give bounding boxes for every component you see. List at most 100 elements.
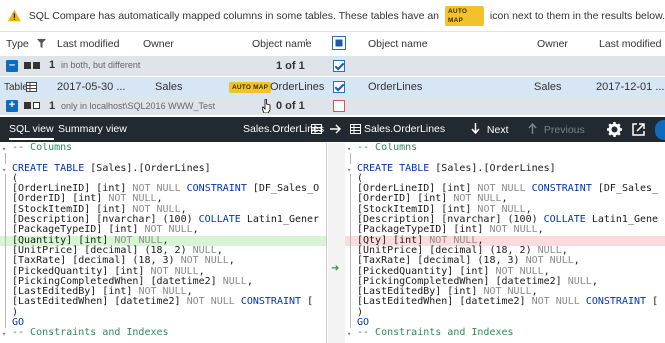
code-line: CREATE TABLE [Sales].[OrderLines] ▾ — [347, 162, 556, 174]
fold-icon[interactable]: ▾ — [347, 329, 351, 339]
collapse-button[interactable]: – — [6, 60, 18, 72]
previous-button[interactable]: Previous — [528, 122, 585, 136]
code-line: -- Constraints and Indexes ▾ — [347, 327, 514, 339]
next-label: Next — [486, 124, 509, 136]
fold-guide — [350, 204, 351, 216]
fold-guide — [350, 318, 351, 329]
automap-badge: AUTO MAP — [229, 82, 272, 93]
arrow-up-icon — [528, 122, 537, 134]
fold-guide — [350, 245, 351, 257]
column-select-icon[interactable] — [332, 36, 346, 50]
row-type: Table — [4, 82, 28, 93]
gear-icon[interactable] — [607, 122, 622, 137]
row-checkbox[interactable] — [333, 81, 345, 93]
fold-guide — [5, 287, 6, 298]
external-link-icon[interactable] — [632, 123, 645, 136]
funnel-icon[interactable] — [37, 39, 46, 48]
column-header-object-name[interactable]: Object name — [252, 38, 312, 50]
tab-summary-view[interactable]: Summary view — [58, 123, 127, 135]
fold-guide — [350, 297, 351, 308]
column-header-object-name-right[interactable]: Object name — [368, 38, 428, 50]
right-object-name: Sales.OrderLines — [364, 123, 446, 135]
fold-guide — [5, 245, 6, 257]
arrow-right-icon — [330, 124, 342, 134]
table-icon — [26, 82, 37, 92]
object-type-icon — [24, 62, 31, 69]
fold-guide — [5, 318, 6, 329]
row-last-modified-right: 2017-12-01 ... — [596, 81, 665, 93]
fold-guide — [350, 215, 351, 226]
group-label: only in localhost\SQL2016 WWW_Test — [61, 101, 216, 111]
fold-guide — [5, 307, 6, 319]
fold-guide — [350, 287, 351, 298]
code-line: -- Columns ▾ — [347, 143, 418, 153]
group-row-only-in-source[interactable]: + 1 only in localhost\SQL2016 WWW_Test 0… — [0, 97, 665, 115]
diff-arrow-icon: ➜ — [331, 263, 340, 274]
fold-guide — [350, 235, 351, 246]
select-all-toggle[interactable] — [332, 36, 346, 53]
next-button[interactable]: Next — [471, 123, 509, 136]
row-owner: Sales — [155, 81, 183, 93]
source-sql-pane[interactable]: -- Columns ▾ CREATE TABLE [Sales].[OrderLi… — [0, 143, 327, 343]
group-label: in both, but different — [61, 60, 141, 70]
fold-guide — [350, 276, 351, 288]
group-ratio: 0 of 1 — [276, 100, 305, 112]
group-checkbox[interactable] — [333, 100, 345, 112]
column-header-owner-right[interactable]: Owner — [537, 38, 568, 50]
row-object-name: OrderLines — [270, 81, 325, 93]
results-grid-header: Type Last modified Owner Object name ↑ O… — [0, 33, 665, 55]
notification-text-end: icon next to them in the results below. — [489, 9, 665, 22]
object-type-icon — [33, 62, 40, 69]
code-line: -- Constraints and Indexes ▾ — [2, 327, 169, 339]
fold-guide — [350, 173, 351, 185]
automap-notification: SQL Compare has automatically mapped col… — [0, 0, 665, 32]
fold-guide — [5, 184, 6, 195]
column-header-type[interactable]: Type — [6, 38, 29, 50]
group-checkbox[interactable] — [333, 60, 345, 72]
table-icon — [311, 124, 322, 134]
table-icon — [350, 124, 361, 134]
code-line: [LastEditedWhen] [datetime2] NOT NULL CO… — [0, 297, 326, 308]
group-count: 1 — [49, 100, 56, 112]
fold-guide — [5, 173, 6, 185]
fold-guide — [5, 215, 6, 226]
fold-guide — [5, 194, 6, 205]
fold-guide — [350, 307, 351, 319]
automap-badge: AUTO MAP — [445, 5, 484, 26]
code-line: [LastEditedWhen] [datetime2] NOT NULL CO… — [345, 297, 665, 308]
tab-sql-view[interactable]: SQL view — [9, 123, 54, 140]
fold-guide — [350, 153, 351, 164]
arrow-down-icon — [471, 123, 480, 135]
fold-guide — [350, 194, 351, 205]
fold-guide — [5, 153, 6, 164]
code-line: -- Columns ▾ — [2, 143, 73, 153]
row-owner-right: Sales — [534, 81, 562, 93]
panel-toggle[interactable] — [655, 120, 665, 140]
object-type-icon — [33, 102, 40, 109]
group-count: 1 — [49, 59, 56, 71]
row-object-name-right: OrderLines — [368, 81, 423, 93]
fold-guide — [5, 276, 6, 288]
previous-label: Previous — [543, 124, 585, 136]
group-ratio: 1 of 1 — [276, 60, 305, 72]
column-header-last-modified-right[interactable]: Last modified — [599, 38, 661, 50]
fold-guide — [5, 204, 6, 216]
sql-view-toolbar: SQL view Summary view Sales.OrderLines S… — [0, 117, 665, 142]
table-row[interactable]: Table 2017-05-30 ... Sales AUTO MAP Orde… — [0, 77, 665, 97]
fold-icon[interactable]: ▾ — [2, 329, 6, 339]
column-header-last-modified[interactable]: Last modified — [57, 38, 119, 50]
fold-guide — [5, 256, 6, 267]
target-sql-pane[interactable]: -- Columns ▾ CREATE TABLE [Sales].[OrderLi… — [345, 143, 665, 343]
sort-arrow-icon[interactable]: ↑ — [304, 36, 309, 46]
object-type-icon — [24, 102, 31, 109]
group-row-different[interactable]: – 1 in both, but different 1 of 1 — [0, 56, 665, 76]
row-last-modified: 2017-05-30 ... — [57, 81, 126, 93]
fold-guide — [5, 297, 6, 308]
fold-guide — [350, 225, 351, 236]
diff-gutter — [328, 143, 345, 343]
code-line: ) — [345, 307, 665, 319]
expand-button[interactable]: + — [6, 100, 18, 112]
column-header-owner[interactable]: Owner — [143, 38, 174, 50]
fold-guide — [5, 235, 6, 246]
warning-icon — [8, 9, 21, 22]
